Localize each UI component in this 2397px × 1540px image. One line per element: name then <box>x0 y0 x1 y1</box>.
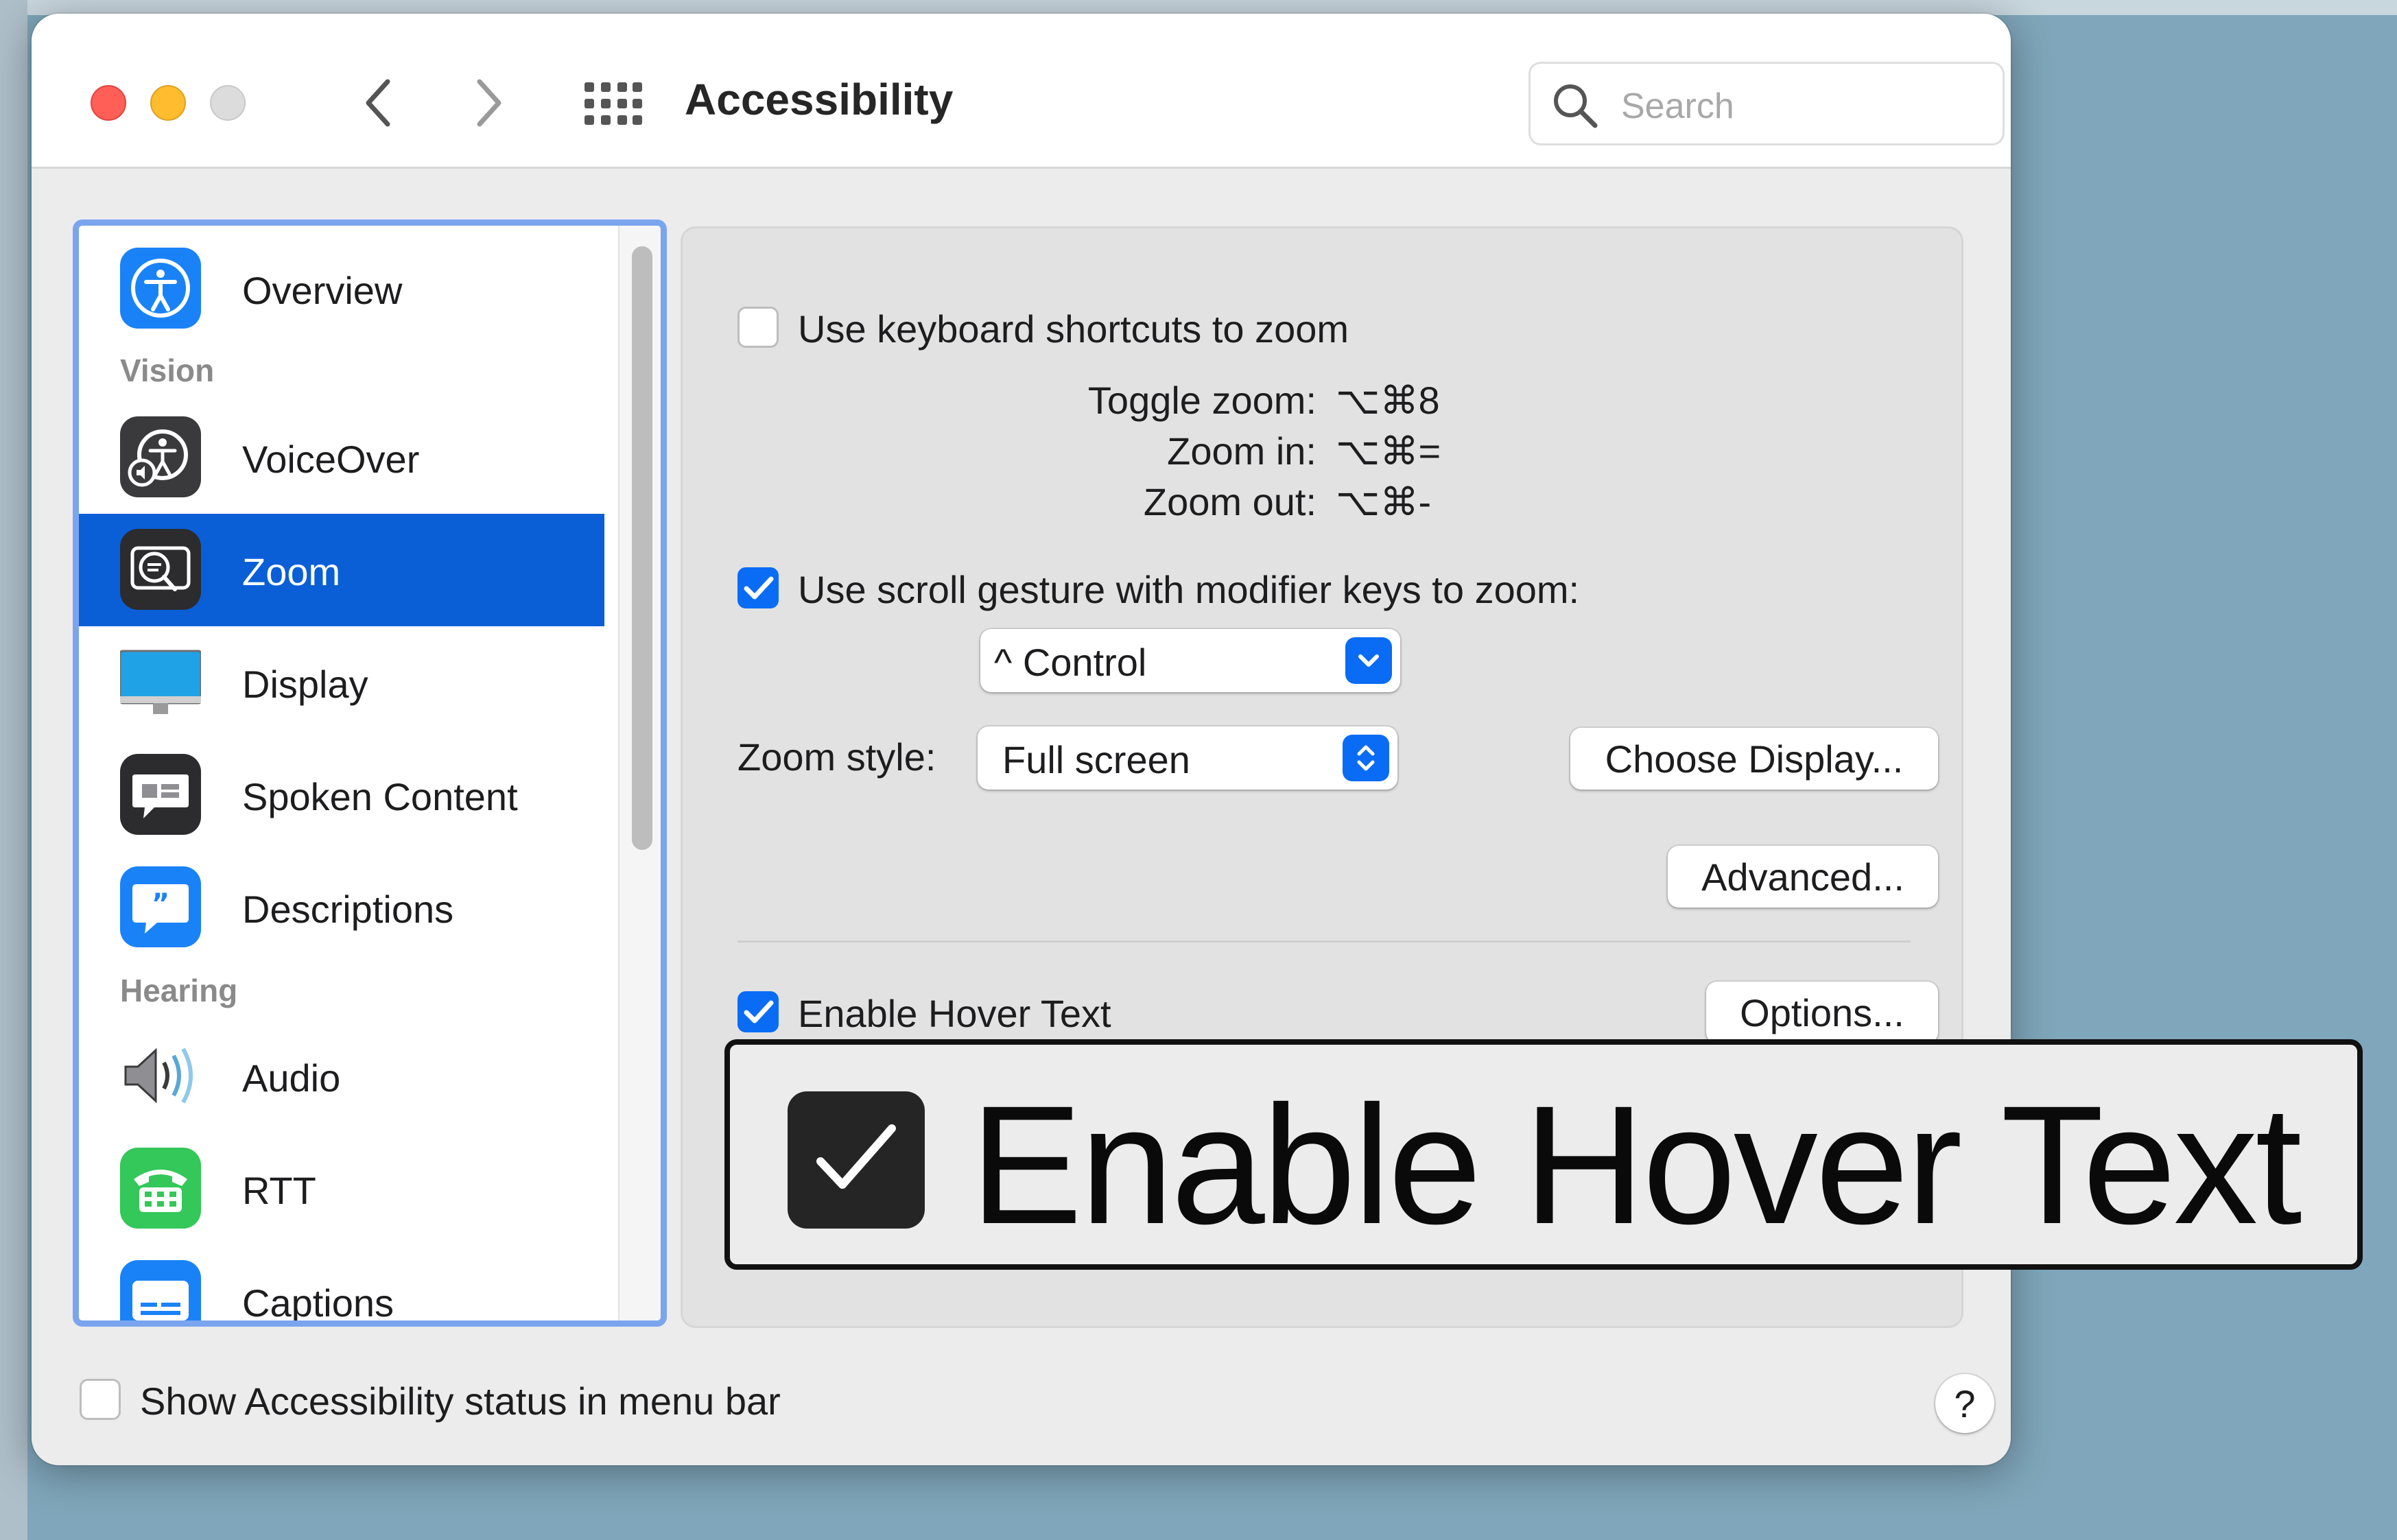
show-all-grid-icon[interactable] <box>580 80 642 128</box>
scrollbar-thumb[interactable] <box>632 246 652 850</box>
sidebar-item-rtt[interactable]: RTT <box>79 1133 604 1245</box>
close-button[interactable] <box>91 85 126 121</box>
sidebar-list[interactable]: Overview Vision VoiceOver Zoom Display S… <box>73 220 667 1327</box>
hover-text-overlay: Enable Hover Text <box>724 1039 2363 1270</box>
choose-display-button[interactable]: Choose Display... <box>1570 728 1938 790</box>
zoom-window-button[interactable] <box>210 85 246 121</box>
search-icon <box>1554 84 1598 128</box>
descriptions-icon: ” <box>120 866 201 947</box>
audio-icon <box>120 1035 201 1116</box>
checkmark-icon <box>816 1124 896 1189</box>
window-title: Accessibility <box>685 75 954 124</box>
sidebar-item-label: VoiceOver <box>242 438 420 481</box>
shortcut-keys-zoom-out: ⌥⌘- <box>1336 480 1432 523</box>
sidebar-item-zoom[interactable]: Zoom <box>79 514 604 626</box>
section-header-vision: Vision <box>120 353 215 388</box>
advanced-button[interactable]: Advanced... <box>1668 846 1938 908</box>
shortcut-keys-toggle: ⌥⌘8 <box>1336 379 1440 422</box>
modifier-key-popup[interactable]: ^ Control <box>980 629 1400 692</box>
sidebar-scrollbar[interactable] <box>618 226 661 1320</box>
captions-icon <box>120 1260 201 1320</box>
sidebar-item-voiceover[interactable]: VoiceOver <box>79 401 604 514</box>
overlay-checkbox <box>788 1091 925 1229</box>
keyboard-shortcuts-label: Use keyboard shortcuts to zoom <box>798 307 1349 351</box>
section-header-hearing: Hearing <box>120 973 238 1008</box>
sidebar-item-label: Audio <box>242 1056 341 1100</box>
shortcut-name-zoom-out: Zoom out: <box>1143 480 1316 523</box>
chevron-down-icon <box>1358 654 1379 667</box>
sidebar-item-display[interactable]: Display <box>79 626 604 739</box>
svg-text:”: ” <box>152 888 169 920</box>
hover-text-checkbox[interactable] <box>737 991 779 1032</box>
search-field[interactable]: Search <box>1528 62 2005 145</box>
toolbar: Accessibility Search <box>32 14 2011 169</box>
hover-text-label: Enable Hover Text <box>798 992 1111 1035</box>
shortcut-name-zoom-in: Zoom in: <box>1167 429 1316 473</box>
display-icon <box>119 641 202 722</box>
chevron-left-icon <box>366 79 390 127</box>
sidebar-item-label: Zoom <box>242 550 341 593</box>
accessibility-icon <box>120 248 201 329</box>
popup-arrow-button <box>1345 637 1392 684</box>
voiceover-icon <box>120 416 201 497</box>
overlay-text: Enable Hover Text <box>970 1071 2302 1259</box>
sidebar-item-label: Descriptions <box>242 888 454 931</box>
shortcut-keys-zoom-in: ⌥⌘= <box>1336 429 1441 473</box>
chevron-right-icon <box>477 79 501 127</box>
scroll-gesture-checkbox[interactable] <box>737 567 779 608</box>
help-button[interactable]: ? <box>1935 1374 1994 1433</box>
desktop-edge <box>0 0 27 1540</box>
sidebar-item-label: Captions <box>242 1281 394 1325</box>
section-divider <box>737 940 1911 943</box>
hover-text-options-button[interactable]: Options... <box>1706 982 1938 1043</box>
keyboard-shortcuts-checkbox[interactable] <box>737 307 779 348</box>
shortcut-name-toggle: Toggle zoom: <box>1087 379 1316 422</box>
search-placeholder: Search <box>1621 86 1734 126</box>
minimize-button[interactable] <box>150 85 186 121</box>
zoom-style-label: Zoom style: <box>737 735 936 779</box>
sidebar-item-descriptions[interactable]: ” Descriptions <box>79 851 604 964</box>
sidebar-item-label: Spoken Content <box>242 775 518 818</box>
zoom-style-value: Full screen <box>1002 738 1190 781</box>
show-status-menu-label: Show Accessibility status in menu bar <box>140 1379 781 1423</box>
scroll-gesture-label: Use scroll gesture with modifier keys to… <box>798 568 1580 611</box>
checkmark-icon <box>744 1000 774 1023</box>
sidebar-item-captions[interactable]: Captions <box>79 1245 604 1325</box>
back-button[interactable] <box>354 75 402 130</box>
sidebar-item-label: RTT <box>242 1169 316 1212</box>
sidebar-item-label: Display <box>242 663 368 706</box>
zoom-style-popup[interactable]: Full screen <box>978 726 1397 790</box>
checkmark-icon <box>744 576 774 600</box>
up-down-chevron-icon <box>1357 745 1375 771</box>
sidebar-item-spoken-content[interactable]: Spoken Content <box>79 739 604 851</box>
sidebar-item-audio[interactable]: Audio <box>79 1020 604 1133</box>
rtt-icon <box>120 1148 201 1229</box>
spoken-content-icon <box>120 754 201 835</box>
show-status-menu-checkbox[interactable] <box>80 1379 121 1420</box>
zoom-icon <box>120 529 201 610</box>
forward-button[interactable] <box>465 75 513 130</box>
desktop-background <box>0 0 2397 15</box>
sidebar-item-overview[interactable]: Overview <box>79 233 604 345</box>
modifier-key-value: ^ Control <box>994 641 1147 684</box>
popup-stepper-button <box>1343 735 1389 781</box>
sidebar-item-label: Overview <box>242 269 403 312</box>
